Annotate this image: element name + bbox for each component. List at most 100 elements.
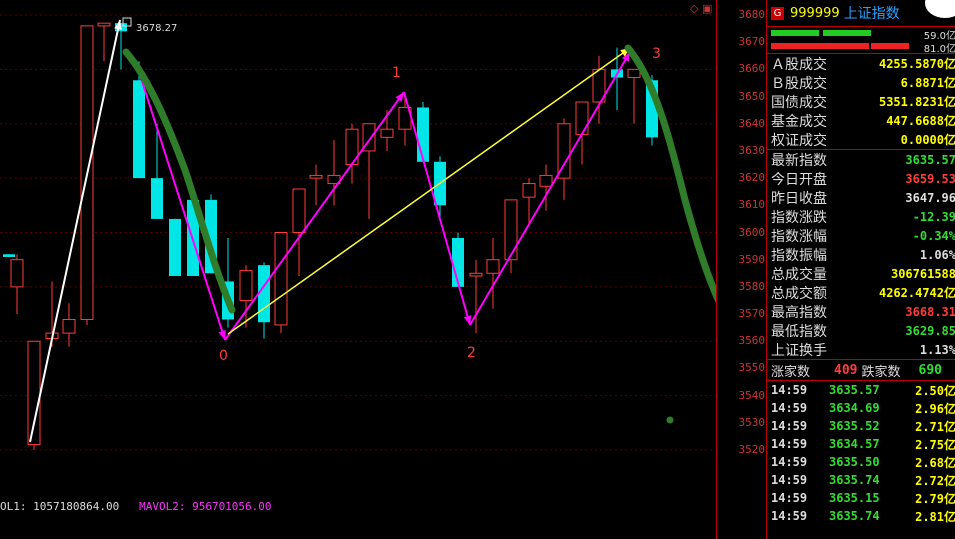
candle-body-up (274, 232, 288, 326)
tick-time: 14:59 (771, 491, 808, 505)
stat-row: 指数振幅 1.06% (767, 245, 955, 264)
axis-tick: 3570 (738, 307, 766, 321)
stat-value: 3668.31 (905, 304, 955, 319)
sell-bar (771, 43, 869, 49)
tick-row[interactable]: 14:59 3634.57 2.75亿 (767, 435, 955, 453)
tick-row[interactable]: 14:59 3635.52 2.71亿 (767, 417, 955, 435)
stat-row: 最新指数 3635.57 (767, 150, 955, 169)
stat-row: 今日开盘 3659.53 (767, 169, 955, 188)
candle-body-up (239, 270, 253, 301)
quote-panel: G 999999 上证指数 59.0亿 81.0亿 Ａ股成交 4255.5870亿… (766, 0, 955, 539)
tick-row[interactable]: 14:59 3634.69 2.96亿 (767, 399, 955, 417)
stat-label: 昨日收盘 (771, 190, 827, 207)
tick-row[interactable]: 14:59 3635.74 2.81亿 (767, 507, 955, 525)
tick-row[interactable]: 14:59 3635.50 2.68亿 (767, 453, 955, 471)
stat-label: 总成交量 (771, 266, 827, 283)
stat-label: 指数涨幅 (771, 228, 827, 245)
buy-volume-bar: 59.0亿 (767, 27, 955, 42)
candle-body-up (539, 174, 553, 187)
axis-tick: 3610 (738, 198, 766, 212)
tick-row[interactable]: 14:59 3635.57 2.50亿 (767, 381, 955, 399)
magenta-arrow-down-2 (403, 91, 471, 326)
axis-tick: 3620 (738, 171, 766, 185)
turnover-list: Ａ股成交 4255.5870亿 Ｂ股成交 6.8871亿 国债成交 5351.8231亿基… (767, 54, 955, 149)
candle-body-down (3, 254, 15, 257)
candle-body-down (151, 178, 163, 219)
candle-body-up (97, 22, 111, 27)
tick-price: 3635.15 (829, 491, 880, 505)
tick-time: 14:59 (771, 455, 808, 469)
stat-value: 1.13% (919, 342, 955, 357)
tick-row[interactable]: 14:59 3635.15 2.79亿 (767, 489, 955, 507)
axis-tick: 3540 (738, 388, 766, 402)
axis-tick: 3640 (738, 116, 766, 130)
tick-row[interactable]: 14:59 3635.74 2.72亿 (767, 471, 955, 489)
turnover-row: Ｂ股成交 6.8871亿 (767, 73, 955, 92)
candle-body-up (10, 259, 24, 288)
stat-row: 昨日收盘 3647.96 (767, 188, 955, 207)
magenta-arrow-up-1 (224, 91, 405, 341)
stat-row: 指数涨幅 -0.34% (767, 226, 955, 245)
volume-indicator-bar: OL1: 1057180864.00 MAVOL2: 956701056.00 (0, 500, 716, 520)
axis-tick: 3670 (738, 35, 766, 49)
tick-volume: 2.50亿 (915, 383, 955, 398)
tick-list[interactable]: 14:59 3635.57 2.50亿 14:59 3634.69 2.96亿 14:59 3… (767, 381, 955, 525)
axis-tick: 3530 (738, 415, 766, 429)
turnover-value: 0.0000亿 (900, 133, 955, 147)
tick-volume: 2.68亿 (915, 455, 955, 470)
axis-tick: 3660 (738, 62, 766, 76)
axis-tick: 3580 (738, 279, 766, 293)
g-badge[interactable]: G (771, 6, 784, 20)
stat-row: 最高指数 3668.31 (767, 302, 955, 321)
candle-body-up (469, 272, 483, 277)
axis-tick: 3650 (738, 89, 766, 103)
turnover-row: Ａ股成交 4255.5870亿 (767, 54, 955, 73)
buy-bar-2 (823, 30, 871, 36)
stat-row: 总成交额 4262.4742亿 (767, 283, 955, 302)
stat-label: 总成交额 (771, 285, 827, 302)
stat-value: 3635.57 (905, 152, 955, 167)
stat-label: 最低指数 (771, 323, 827, 340)
axis-tick: 3520 (738, 443, 766, 456)
candle-body-up (380, 128, 394, 138)
stat-value: -0.34% (912, 228, 955, 243)
tick-time: 14:59 (771, 401, 808, 415)
turnover-label: Ａ股成交 (771, 56, 827, 73)
candlestick-chart[interactable]: 3678.27 0 1 2 3 (0, 0, 716, 539)
wave-overlays (29, 17, 716, 443)
white-arrow (29, 19, 121, 443)
axis-tick: 3550 (738, 361, 766, 375)
turnover-label: 基金成交 (771, 113, 827, 130)
up-label: 涨家数 (771, 364, 811, 380)
tick-time: 14:59 (771, 419, 808, 433)
turnover-value: 447.6688亿 (886, 114, 955, 128)
stat-label: 指数振幅 (771, 247, 827, 264)
stat-value: 3647.96 (905, 190, 955, 205)
wave-label-3: 3 (652, 46, 661, 62)
turnover-label: Ｂ股成交 (771, 75, 827, 92)
candle-body-up (292, 188, 306, 233)
candle-body-down (133, 80, 145, 179)
index-code: 999999 (790, 5, 840, 21)
tick-price: 3634.57 (829, 437, 880, 451)
tick-price: 3635.50 (829, 455, 880, 469)
price-axis: 3680 3670 3660 3650 3640 3630 3620 3610 3600 3590… (716, 0, 767, 539)
candle-body-up (575, 101, 589, 136)
stat-value: -12.39 (912, 209, 955, 224)
high-price-label: 3678.27 (136, 23, 177, 34)
tick-volume: 2.72亿 (915, 473, 955, 488)
mavol2-label: MAVOL2: 956701056.00 (139, 500, 272, 513)
stat-value: 3659.53 (905, 171, 955, 186)
tick-volume: 2.81亿 (915, 509, 955, 524)
sell-volume-label: 81.0亿 (923, 44, 955, 55)
buy-bar-1 (771, 30, 819, 36)
turnover-row: 权证成交 0.0000亿 (767, 130, 955, 149)
candle-body-up (309, 174, 323, 179)
turnover-label: 国债成交 (771, 94, 827, 111)
wave-label-0: 0 (219, 348, 228, 364)
chart-toolbar-icons[interactable]: ◇ ▣ (690, 2, 712, 15)
tick-price: 3635.52 (829, 419, 880, 433)
magenta-arrow-up-1-head (395, 92, 404, 102)
tick-price: 3635.57 (829, 383, 880, 397)
wave-label-1: 1 (392, 65, 401, 81)
